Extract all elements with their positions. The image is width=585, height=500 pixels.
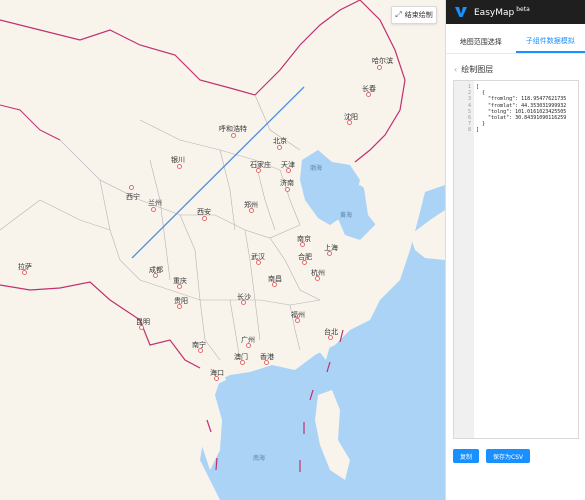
city-marker [302, 260, 307, 265]
map-base [0, 0, 445, 500]
sea-label: 渤海 [310, 165, 323, 172]
city-marker [366, 92, 371, 97]
city-marker [295, 318, 300, 323]
city-marker [286, 168, 291, 173]
city-marker [151, 207, 156, 212]
city-marker [328, 335, 333, 340]
resize-arrows-icon: ⤢ [395, 10, 402, 19]
end-draw-button[interactable]: ⤢ 结束绘制 [391, 6, 437, 24]
tab-map-range[interactable]: 地图范围选择 [446, 30, 516, 53]
city-marker [202, 216, 207, 221]
code-line: "fromlng": 118.95477621735 [476, 96, 567, 103]
city-marker [327, 251, 332, 256]
city-marker [231, 133, 236, 138]
code-content[interactable]: [ { "fromlng": 118.95477621735 "fromlat"… [474, 81, 578, 438]
easymap-logo-icon [455, 7, 467, 17]
section-header[interactable]: ‹ 绘制图层 [454, 64, 585, 75]
copy-button[interactable]: 复制 [453, 449, 480, 463]
city-marker [214, 376, 219, 381]
code-editor[interactable]: 1 2 3 4 5 6 7 8 [ { "fromlng": 118.95477… [453, 80, 579, 439]
line-number-gutter: 1 2 3 4 5 6 7 8 [454, 81, 474, 438]
map-canvas[interactable]: 哈尔滨 长春 沈阳 呼和浩特 北京 天津 石家庄 银川 济南 西宁 兰州 西安 … [0, 0, 445, 500]
city-marker [177, 164, 182, 169]
sea-label: 黄海 [340, 212, 353, 219]
city-marker [129, 185, 134, 190]
app-header: EasyMap beta [446, 0, 585, 24]
city-marker [347, 120, 352, 125]
city-marker [264, 360, 269, 365]
city-marker [272, 282, 277, 287]
city-marker [198, 348, 203, 353]
line-number: 8 [467, 127, 471, 134]
city-marker [285, 187, 290, 192]
city-marker [139, 325, 144, 330]
chevron-left-icon: ‹ [454, 65, 458, 74]
city-marker [177, 284, 182, 289]
city-marker [256, 260, 261, 265]
action-buttons: 复制 保存为CSV [453, 449, 531, 463]
city-marker [300, 242, 305, 247]
city-marker [153, 273, 158, 278]
city-marker [256, 168, 261, 173]
brand-name: EasyMap beta [474, 6, 530, 18]
beta-badge: beta [516, 6, 530, 13]
city-marker [249, 208, 254, 213]
city-marker [277, 145, 282, 150]
code-line: "tolat": 30.84391090116259 [476, 115, 567, 122]
side-panel: EasyMap beta 地图范围选择 子组件数据模拟 ‹ 绘制图层 1 2 3 … [445, 0, 585, 500]
city-marker [240, 360, 245, 365]
city-label: 西宁 [126, 193, 140, 201]
city-marker [177, 304, 182, 309]
city-marker [22, 270, 27, 275]
city-label: 哈尔滨 [372, 57, 393, 65]
section-title: 绘制图层 [461, 65, 494, 74]
tab-data-mock[interactable]: 子组件数据模拟 [515, 30, 585, 53]
city-marker [246, 343, 251, 348]
end-draw-label: 结束绘制 [404, 11, 433, 19]
save-csv-button[interactable]: 保存为CSV [486, 449, 531, 463]
panel-tabs: 地图范围选择 子组件数据模拟 [446, 30, 585, 54]
code-line: ] [476, 127, 480, 134]
city-marker [377, 65, 382, 70]
code-line: "fromlat": 44.353031999932 [476, 102, 567, 109]
city-marker [241, 300, 246, 305]
sea-label: 南海 [253, 455, 266, 462]
city-marker [315, 276, 320, 281]
